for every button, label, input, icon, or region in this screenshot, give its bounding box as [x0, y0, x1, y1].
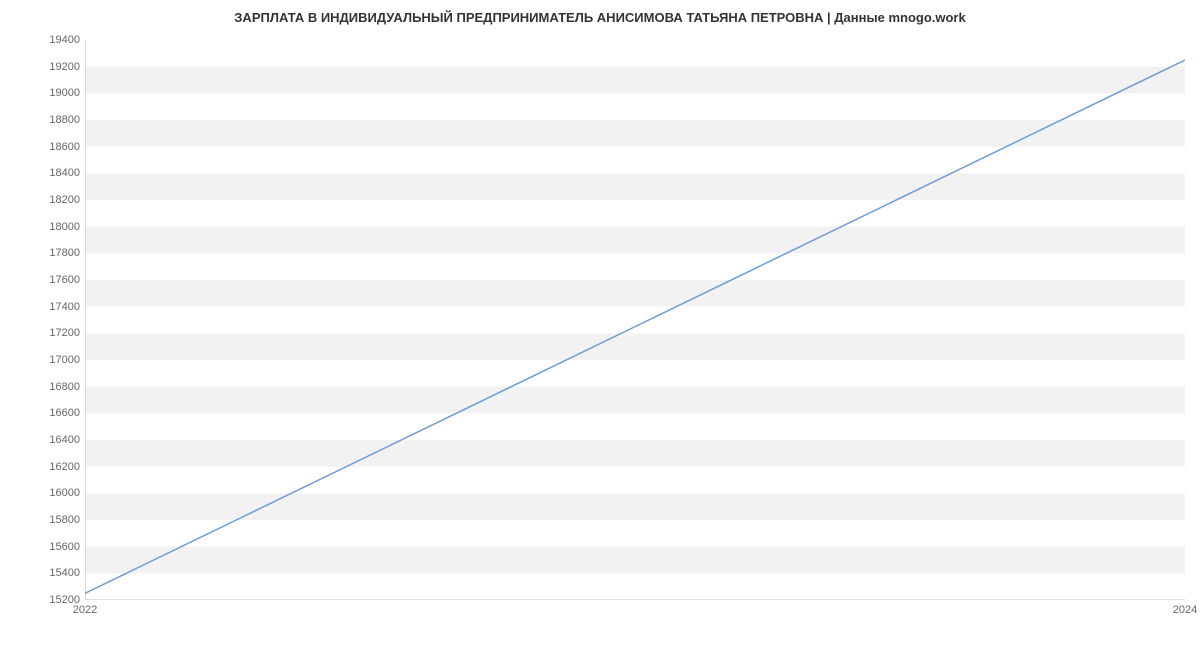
y-tick-label: 16600: [10, 407, 80, 419]
y-tick-label: 19000: [10, 87, 80, 99]
salary-line-chart: ЗАРПЛАТА В ИНДИВИДУАЛЬНЫЙ ПРЕДПРИНИМАТЕЛ…: [0, 0, 1200, 650]
y-tick-label: 19400: [10, 34, 80, 46]
y-tick-label: 18200: [10, 194, 80, 206]
x-tick-label: 2024: [1173, 604, 1197, 616]
y-tick-label: 15400: [10, 567, 80, 579]
x-tick-label: 2022: [73, 604, 97, 616]
y-tick-label: 17400: [10, 301, 80, 313]
y-tick-label: 17000: [10, 354, 80, 366]
y-tick-label: 16200: [10, 461, 80, 473]
y-tick-label: 16000: [10, 487, 80, 499]
chart-title: ЗАРПЛАТА В ИНДИВИДУАЛЬНЫЙ ПРЕДПРИНИМАТЕЛ…: [0, 10, 1200, 25]
y-tick-label: 16800: [10, 381, 80, 393]
y-tick-label: 17600: [10, 274, 80, 286]
y-tick-label: 18800: [10, 114, 80, 126]
y-tick-label: 18000: [10, 221, 80, 233]
plot-area: [85, 40, 1185, 600]
y-tick-label: 18600: [10, 141, 80, 153]
y-tick-label: 17200: [10, 327, 80, 339]
plot-svg: [85, 40, 1185, 600]
y-tick-label: 15800: [10, 514, 80, 526]
y-tick-label: 18400: [10, 167, 80, 179]
y-tick-label: 15600: [10, 541, 80, 553]
y-tick-label: 17800: [10, 247, 80, 259]
y-tick-label: 15200: [10, 594, 80, 606]
y-tick-label: 16400: [10, 434, 80, 446]
y-tick-label: 19200: [10, 61, 80, 73]
